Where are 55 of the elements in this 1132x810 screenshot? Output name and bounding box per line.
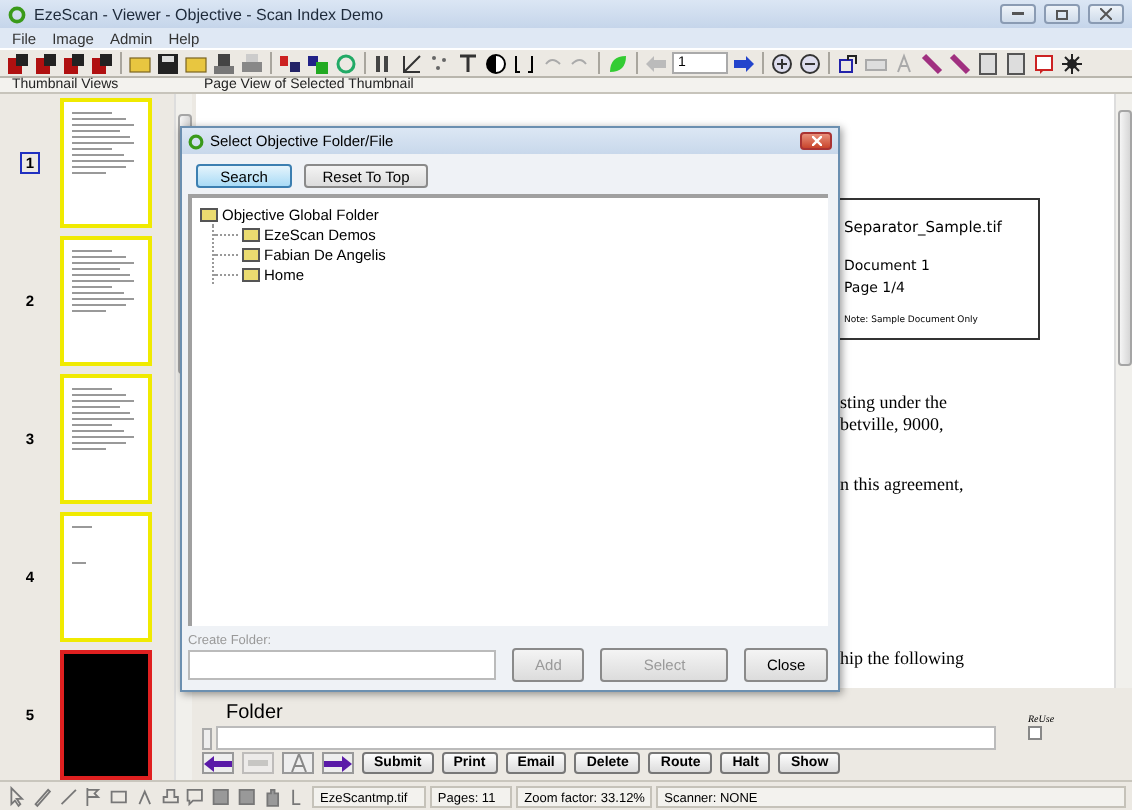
save-icon[interactable] — [156, 51, 180, 75]
left-arrow-icon — [204, 755, 232, 771]
rectangle-icon[interactable] — [108, 785, 130, 807]
create-folder-field[interactable] — [188, 650, 496, 680]
minimize-icon — [1012, 12, 1024, 16]
scrollbar[interactable] — [1114, 94, 1132, 688]
stamp-icon[interactable] — [212, 51, 236, 75]
split-icon[interactable] — [278, 51, 302, 75]
document-icon[interactable] — [1004, 51, 1028, 75]
despeckle-icon[interactable] — [428, 51, 452, 75]
page-thumbnail[interactable] — [60, 650, 152, 780]
pen-icon[interactable] — [31, 785, 53, 807]
maximize-icon — [1056, 9, 1068, 19]
reuse-checkbox[interactable] — [1028, 726, 1042, 740]
right-arrow-icon — [324, 755, 352, 771]
zoom-out-icon[interactable] — [798, 51, 822, 75]
pointer-icon[interactable] — [6, 785, 28, 807]
nav-button[interactable] — [202, 752, 234, 774]
document-text: sting under the — [840, 392, 949, 414]
scan-icon[interactable] — [6, 51, 30, 75]
app-logo-icon — [188, 133, 204, 149]
zoom-in-icon[interactable] — [770, 51, 794, 75]
app-logo-icon — [8, 5, 26, 23]
scan-icon[interactable] — [90, 51, 114, 75]
document-text: n this agreement, — [840, 474, 966, 496]
merge-icon[interactable] — [306, 51, 330, 75]
dialog-close-button[interactable] — [800, 132, 832, 150]
page-icon[interactable] — [976, 51, 1000, 75]
sun-icon[interactable] — [1060, 51, 1084, 75]
folder-icon — [200, 206, 218, 222]
close-button[interactable] — [1088, 4, 1124, 24]
note-icon[interactable] — [184, 785, 206, 807]
scan-icon[interactable] — [34, 51, 58, 75]
stamp-icon[interactable] — [159, 785, 181, 807]
close-icon — [811, 136, 821, 146]
document-text: hip the following — [840, 648, 966, 670]
maximize-button[interactable] — [1044, 4, 1080, 24]
folder-field[interactable] — [216, 726, 996, 750]
contrast-icon[interactable] — [484, 51, 508, 75]
marker-icon[interactable] — [948, 51, 972, 75]
marker-icon[interactable] — [920, 51, 944, 75]
flag-icon[interactable] — [82, 785, 104, 807]
scan-icon[interactable] — [62, 51, 86, 75]
nav-button[interactable] — [322, 752, 354, 774]
forward-arrow-icon[interactable] — [732, 51, 756, 75]
close-icon — [1100, 8, 1112, 20]
window-title: EzeScan - Viewer - Objective - Scan Index Demo — [34, 5, 386, 23]
dash-icon — [248, 759, 268, 767]
document-text: betville, 9000, — [840, 414, 946, 436]
letter-icon — [289, 754, 307, 772]
bracket-icon[interactable] — [512, 51, 536, 75]
minimize-button[interactable] — [1000, 4, 1036, 24]
folder-label: Folder — [226, 702, 283, 724]
pencil-icon[interactable] — [57, 785, 79, 807]
note-icon[interactable] — [1032, 51, 1056, 75]
